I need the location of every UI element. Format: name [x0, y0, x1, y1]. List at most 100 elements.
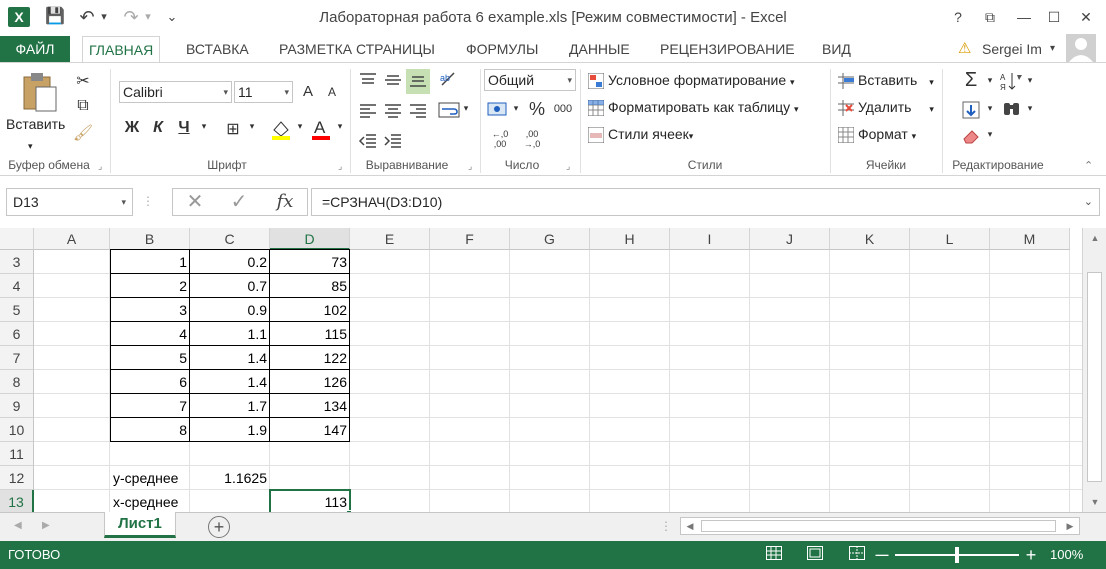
borders-dropdown-icon[interactable]: ▾	[246, 121, 258, 132]
scroll-right-icon[interactable]: ▶	[1062, 518, 1078, 534]
clear-icon[interactable]	[962, 127, 982, 148]
fill-color-dropdown-icon[interactable]: ▾	[294, 121, 306, 132]
scroll-down-icon[interactable]: ▼	[1087, 494, 1103, 510]
font-color-dropdown-icon[interactable]: ▾	[334, 121, 346, 132]
tab-split-grip-icon[interactable]: ⋮	[660, 519, 672, 533]
bold-button[interactable]: Ж	[122, 119, 142, 137]
vertical-scrollbar[interactable]: ▲ ▼	[1082, 228, 1106, 512]
row-header-12[interactable]: 12	[0, 466, 34, 490]
shrink-font-button[interactable]: A	[322, 85, 342, 99]
alignment-launcher-icon[interactable]: ⌟	[468, 161, 472, 172]
spreadsheet-grid[interactable]: ABCDEFGHIJKLM 3 4 5 6 7 8 9 10 11 12 13 1 0.2 73 2 0.7…	[0, 228, 1082, 512]
find-dropdown-icon[interactable]: ▾	[1024, 103, 1036, 114]
format-painter-icon[interactable]: 🖌	[72, 123, 94, 143]
borders-icon[interactable]: ⊞	[222, 119, 244, 139]
row-header-6[interactable]: 6	[0, 322, 34, 346]
horizontal-scrollbar[interactable]: ◀ ▶	[680, 517, 1080, 535]
row-header-4[interactable]: 4	[0, 274, 34, 298]
align-bottom-icon[interactable]	[406, 69, 430, 94]
paste-button[interactable]: Вставить	[6, 116, 65, 132]
accounting-format-icon[interactable]	[487, 99, 509, 122]
column-header-b[interactable]: B	[110, 228, 190, 250]
align-middle-icon[interactable]	[383, 71, 403, 92]
fill-dropdown-icon[interactable]: ▾	[984, 103, 996, 114]
enter-icon[interactable]: ✓	[219, 188, 259, 216]
column-header-e[interactable]: E	[350, 228, 430, 250]
select-all-corner[interactable]	[0, 228, 34, 250]
cell-d12[interactable]	[270, 466, 350, 490]
column-header-g[interactable]: G	[510, 228, 590, 250]
increase-indent-icon[interactable]	[383, 131, 403, 152]
column-header-h[interactable]: H	[590, 228, 670, 250]
row-header-8[interactable]: 8	[0, 370, 34, 394]
tab-review[interactable]: РЕЦЕНЗИРОВАНИЕ	[660, 36, 795, 62]
font-launcher-icon[interactable]: ⌟	[338, 161, 342, 172]
zoom-level[interactable]: 100%	[1050, 541, 1083, 569]
sort-dropdown-icon[interactable]: ▾	[1024, 75, 1036, 86]
minimize-button[interactable]: —	[1010, 4, 1038, 30]
zoom-in-button[interactable]: +	[1022, 546, 1040, 564]
cell-b12[interactable]: y-среднее	[110, 466, 190, 490]
column-header-l[interactable]: L	[910, 228, 990, 250]
scroll-up-icon[interactable]: ▲	[1087, 230, 1103, 246]
cell-c13[interactable]	[190, 490, 270, 512]
orientation-icon[interactable]: ab	[438, 69, 458, 92]
cell-styles-button[interactable]: Стили ячеек▾	[587, 126, 693, 144]
number-launcher-icon[interactable]: ⌟	[566, 161, 570, 172]
page-layout-view-icon[interactable]	[806, 546, 824, 564]
font-size-select[interactable]: 11 ▾	[234, 81, 293, 103]
wrap-text-icon[interactable]	[438, 101, 460, 122]
sheet-tab-list1[interactable]: Лист1	[104, 512, 176, 538]
column-header-c[interactable]: C	[190, 228, 270, 250]
align-right-icon[interactable]	[408, 101, 428, 122]
underline-button[interactable]: Ч	[174, 119, 194, 137]
row-header-7[interactable]: 7	[0, 346, 34, 370]
column-header-f[interactable]: F	[430, 228, 510, 250]
zoom-out-button[interactable]: —	[873, 546, 891, 564]
prev-sheet-icon[interactable]: ◀	[14, 520, 22, 531]
undo-icon[interactable]: ↶	[76, 6, 98, 28]
clipboard-launcher-icon[interactable]: ⌟	[98, 161, 102, 172]
cell-c11[interactable]	[190, 442, 270, 466]
fill-color-icon[interactable]	[270, 118, 292, 143]
formula-input[interactable]: =СРЗНАЧ(D3:D10) ⌄	[311, 188, 1100, 216]
thousands-separator-button[interactable]: 000	[550, 103, 576, 115]
avatar[interactable]	[1066, 34, 1096, 62]
cell-b11[interactable]	[110, 442, 190, 466]
autosum-dropdown-icon[interactable]: ▾	[984, 75, 996, 86]
cancel-icon[interactable]: ✕	[175, 188, 215, 216]
decrease-decimal-button[interactable]: ,00 →,0	[518, 129, 546, 149]
close-button[interactable]: ✕	[1072, 4, 1100, 30]
tab-home[interactable]: ГЛАВНАЯ	[82, 36, 161, 62]
fill-down-icon[interactable]	[962, 101, 980, 122]
increase-decimal-button[interactable]: ←,0 ,00	[486, 129, 514, 149]
add-sheet-button[interactable]: +	[208, 516, 230, 538]
undo-dropdown-icon[interactable]: ▾	[98, 6, 110, 28]
clear-dropdown-icon[interactable]: ▾	[984, 129, 996, 140]
next-sheet-icon[interactable]: ▶	[42, 520, 50, 531]
tab-data[interactable]: ДАННЫЕ	[569, 36, 630, 62]
accounting-dropdown-icon[interactable]: ▾	[510, 103, 522, 114]
merge-dropdown-icon[interactable]: ▾	[460, 103, 472, 114]
column-header-d[interactable]: D	[270, 228, 350, 250]
ribbon-display-options-icon[interactable]: ⧉	[976, 4, 1004, 30]
tab-file[interactable]: ФАЙЛ	[0, 36, 70, 62]
font-name-select[interactable]: Calibri ▾	[119, 81, 232, 103]
column-header-m[interactable]: M	[990, 228, 1070, 250]
underline-dropdown-icon[interactable]: ▾	[198, 121, 210, 132]
save-icon[interactable]: 💾	[44, 6, 66, 28]
row-header-9[interactable]: 9	[0, 394, 34, 418]
delete-cells-button[interactable]: Удалить ▾	[838, 99, 934, 117]
maximize-button[interactable]: ☐	[1040, 4, 1068, 30]
font-color-icon[interactable]: A	[310, 117, 332, 144]
insert-cells-button[interactable]: Вставить ▾	[838, 72, 934, 90]
column-header-i[interactable]: I	[670, 228, 750, 250]
row-header-5[interactable]: 5	[0, 298, 34, 322]
redo-dropdown-icon[interactable]: ▾	[142, 6, 154, 28]
format-as-table-button[interactable]: Форматировать как таблицу ▾	[587, 99, 799, 117]
find-select-icon[interactable]	[1002, 99, 1022, 122]
paste-icon[interactable]	[20, 71, 60, 116]
italic-button[interactable]: К	[148, 119, 168, 137]
user-name[interactable]: Sergei Im	[982, 36, 1042, 62]
autosum-button[interactable]: Σ	[960, 69, 982, 92]
